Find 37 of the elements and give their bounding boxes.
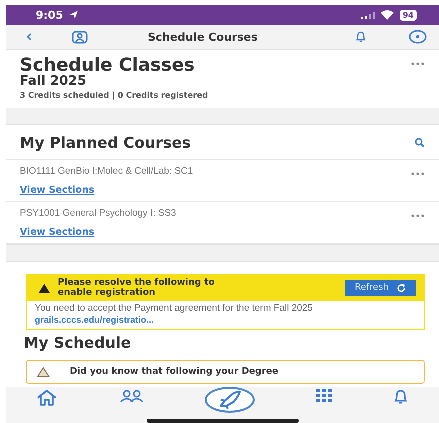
more-icon[interactable] bbox=[411, 62, 425, 66]
search-icon[interactable] bbox=[415, 138, 425, 148]
people-icon[interactable] bbox=[118, 389, 145, 403]
warning-icon bbox=[39, 284, 50, 292]
location-arrow-icon bbox=[69, 10, 80, 20]
course-name: PSY1001 General Psychology I: SS3 bbox=[20, 208, 176, 220]
tip-text: Did you know that following your Degree bbox=[70, 367, 278, 377]
registration-link[interactable]: grails.cccs.edu/registratio... bbox=[35, 315, 154, 325]
term-label: Fall 2025 bbox=[20, 75, 88, 89]
refresh-button[interactable]: Refresh bbox=[345, 280, 416, 296]
alert-message: You need to accept the Payment agreement for the term Fall 2025 grails.cccs.edu/registratio... bbox=[34, 302, 314, 327]
refresh-icon bbox=[397, 284, 406, 292]
page-title: Schedule Classes bbox=[20, 56, 196, 75]
help-icon[interactable] bbox=[409, 30, 427, 44]
more-icon[interactable] bbox=[411, 172, 425, 176]
alert-title: Please resolve the following to enable registration bbox=[58, 278, 216, 298]
section-title: My Schedule bbox=[24, 334, 132, 352]
home-icon[interactable] bbox=[36, 389, 58, 407]
screen-title: Schedule Courses bbox=[148, 30, 258, 44]
rocket-button[interactable] bbox=[205, 387, 256, 413]
back-icon[interactable] bbox=[26, 33, 32, 41]
credits-summary: 3 Credits scheduled | 0 Credits registered bbox=[20, 91, 208, 100]
warning-icon bbox=[37, 367, 50, 377]
signal-icon bbox=[360, 11, 375, 19]
clock: 9:05 bbox=[36, 8, 64, 22]
rocket-icon bbox=[217, 390, 244, 410]
bell-icon[interactable] bbox=[355, 31, 367, 43]
view-sections-link[interactable]: View Sections bbox=[20, 227, 95, 238]
wifi-icon bbox=[380, 10, 394, 20]
profile-card-icon[interactable] bbox=[72, 30, 88, 44]
bell-icon[interactable] bbox=[392, 389, 409, 405]
view-sections-link[interactable]: View Sections bbox=[20, 185, 95, 196]
grid-icon[interactable] bbox=[316, 389, 332, 403]
card-title: My Planned Courses bbox=[20, 134, 192, 152]
battery-indicator: 94 bbox=[400, 10, 417, 20]
course-name: BIO1111 GenBio I:Molec & Cell/Lab: SC1 bbox=[20, 166, 194, 178]
more-icon[interactable] bbox=[411, 214, 425, 218]
